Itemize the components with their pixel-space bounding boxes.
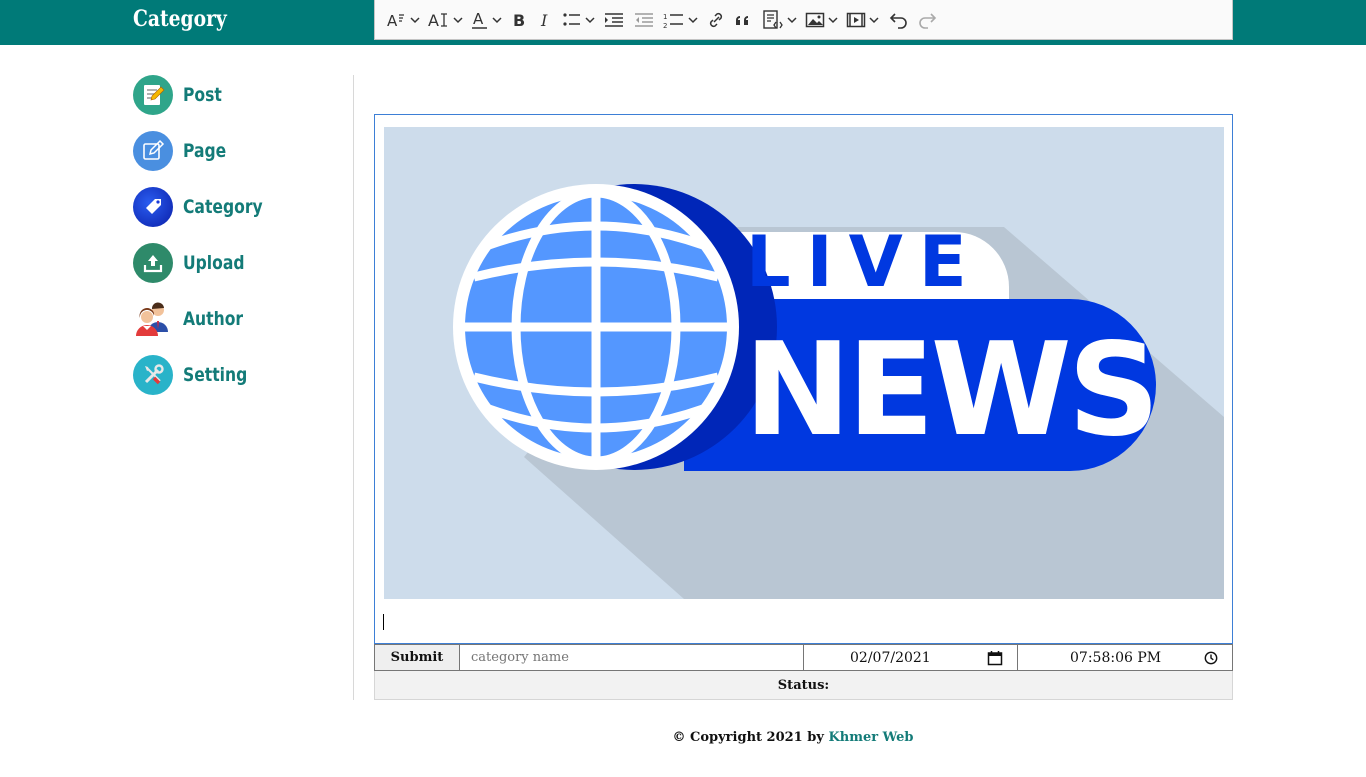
page-title: Category [133, 6, 227, 32]
sidebar-item-post[interactable]: Post [133, 75, 353, 115]
font-size-button[interactable]: A [383, 5, 424, 35]
svg-text:B: B [513, 11, 525, 29]
category-name-input[interactable] [460, 644, 804, 671]
svg-text:1: 1 [663, 13, 667, 21]
sidebar-item-category[interactable]: Category [133, 187, 353, 227]
chevron-down-icon [410, 16, 420, 23]
sidebar: Post Page Category Upload Author Setting [133, 75, 353, 411]
category-tag-icon [133, 187, 173, 227]
italic-icon: I [540, 11, 548, 29]
svg-text:I: I [540, 11, 548, 29]
sidebar-item-author[interactable]: Author [133, 299, 353, 339]
undo-button[interactable] [883, 5, 913, 35]
sidebar-item-label: Page [183, 140, 227, 162]
italic-button[interactable]: I [532, 5, 558, 35]
source-edit-button[interactable] [758, 5, 801, 35]
chevron-down-icon [787, 16, 797, 23]
redo-icon [919, 12, 937, 29]
live-text: LIVE [746, 221, 983, 303]
sidebar-item-label: Author [183, 308, 244, 330]
outdent-button[interactable] [629, 5, 659, 35]
copyright-text: © Copyright 2021 by [672, 730, 824, 745]
chevron-down-icon [688, 16, 698, 23]
chevron-down-icon [453, 16, 463, 23]
chevron-down-icon [869, 16, 879, 23]
calendar-icon[interactable] [987, 650, 1003, 666]
indent-icon [605, 12, 623, 27]
post-icon [133, 75, 173, 115]
redo-button[interactable] [913, 5, 943, 35]
news-text: NEWS [744, 316, 1160, 465]
font-size-icon: A [387, 12, 404, 29]
sidebar-item-label: Post [183, 84, 222, 106]
block-quote-button[interactable] [730, 5, 758, 35]
submit-button[interactable]: Submit [374, 644, 460, 671]
author-icon [133, 299, 173, 339]
chevron-down-icon [492, 16, 502, 23]
sidebar-divider [353, 75, 354, 700]
page-icon [133, 131, 173, 171]
clock-icon[interactable] [1204, 651, 1218, 665]
sidebar-item-setting[interactable]: Setting [133, 355, 353, 395]
sidebar-item-upload[interactable]: Upload [133, 243, 353, 283]
font-color-icon: A [472, 11, 487, 29]
insert-media-button[interactable] [842, 5, 883, 35]
date-value: 02/07/2021 [850, 649, 931, 666]
link-icon [709, 12, 723, 27]
source-edit-icon [763, 9, 783, 29]
editor-toolbar: A A A B I 12 [374, 0, 1233, 40]
svg-text:A: A [473, 11, 484, 28]
status-bar: Status: [374, 671, 1233, 700]
sidebar-item-label: Setting [183, 364, 248, 386]
font-family-icon: A [428, 11, 447, 29]
sidebar-item-label: Category [183, 196, 263, 218]
link-button[interactable] [702, 5, 730, 35]
bold-icon: B [513, 11, 525, 29]
font-family-button[interactable]: A [424, 5, 467, 35]
font-color-button[interactable]: A [467, 5, 506, 35]
time-value: 07:58:06 PM [1070, 649, 1162, 666]
svg-text:2: 2 [663, 22, 667, 29]
media-icon [846, 12, 866, 27]
undo-icon [889, 12, 907, 29]
insert-image-button[interactable] [801, 5, 842, 35]
chevron-down-icon [585, 16, 595, 23]
sidebar-item-page[interactable]: Page [133, 131, 353, 171]
text-cursor [383, 614, 384, 630]
sidebar-item-label: Upload [183, 252, 245, 274]
quote-icon [736, 15, 748, 25]
numbered-list-button[interactable]: 12 [659, 5, 702, 35]
indent-button[interactable] [599, 5, 629, 35]
bulleted-list-button[interactable] [558, 5, 599, 35]
svg-text:A: A [428, 11, 439, 29]
outdent-icon [635, 12, 653, 27]
date-input[interactable]: 02/07/2021 [804, 644, 1018, 671]
bulleted-list-icon [563, 12, 580, 26]
numbered-list-icon: 12 [663, 13, 683, 29]
upload-icon [133, 243, 173, 283]
svg-text:A: A [387, 12, 398, 29]
live-news-image[interactable]: LIVE NEWS [384, 127, 1224, 599]
setting-tools-icon [133, 355, 173, 395]
rich-text-editor[interactable]: LIVE NEWS [374, 114, 1233, 644]
image-icon [805, 12, 825, 27]
time-input[interactable]: 07:58:06 PM [1018, 644, 1233, 671]
category-form: Submit 02/07/2021 07:58:06 PM [374, 644, 1233, 671]
bold-button[interactable]: B [506, 5, 532, 35]
footer-link[interactable]: Khmer Web [828, 730, 913, 745]
footer: © Copyright 2021 by Khmer Web [0, 730, 1366, 745]
status-label: Status: [777, 677, 830, 693]
chevron-down-icon [828, 16, 838, 23]
